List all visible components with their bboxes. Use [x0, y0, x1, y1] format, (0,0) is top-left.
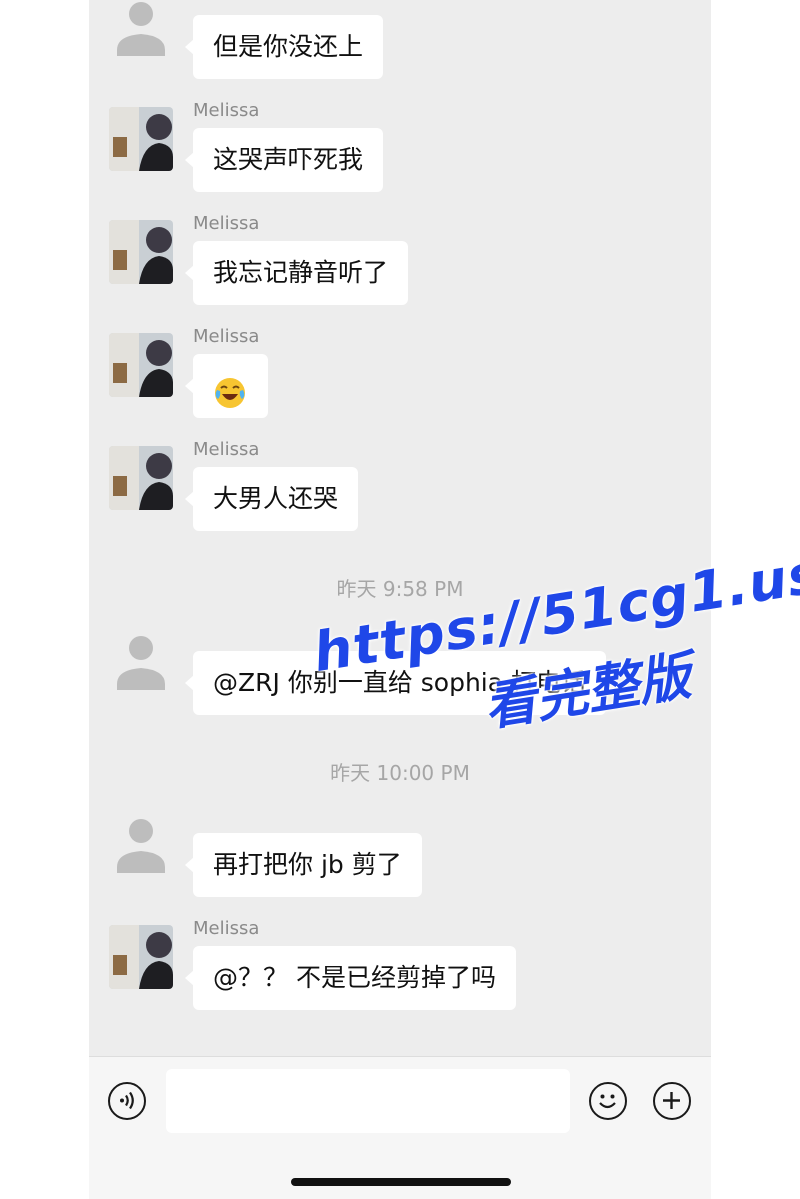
- message-bubble[interactable]: [185, 354, 268, 418]
- emoji-icon[interactable]: [589, 1082, 627, 1120]
- sender-name: Melissa: [193, 326, 260, 347]
- melissa-avatar[interactable]: [109, 446, 173, 510]
- message-input[interactable]: [166, 1069, 570, 1133]
- message-bubble[interactable]: @ZRJ 你别一直给 sophia 打电话: [184, 651, 607, 715]
- message-bubble[interactable]: @？？ 不是已经剪掉了吗: [185, 946, 516, 1010]
- voice-icon[interactable]: [108, 1082, 146, 1120]
- timestamp: 昨天 10:00 PM: [330, 761, 470, 785]
- default-avatar-icon[interactable]: [109, 0, 173, 64]
- sender-name: Melissa: [193, 918, 260, 939]
- chat-screen: 但是你没还上 Melissa 这哭声吓死我 Melissa 我忘记静音听了 Me…: [89, 0, 711, 1199]
- message-bubble[interactable]: 这哭声吓死我: [184, 128, 384, 192]
- message-bubble[interactable]: 再打把你 jb 剪了: [185, 833, 422, 897]
- melissa-avatar[interactable]: [109, 333, 173, 397]
- melissa-avatar[interactable]: [109, 107, 173, 171]
- melissa-avatar[interactable]: [109, 220, 173, 284]
- timestamp: 昨天 9:58 PM: [336, 577, 464, 601]
- home-indicator: [291, 1178, 511, 1186]
- input-bar: [89, 1056, 711, 1199]
- message-bubble[interactable]: 但是你没还上: [184, 15, 384, 79]
- sender-name: Melissa: [193, 213, 260, 234]
- message-bubble[interactable]: 大男人还哭: [184, 467, 359, 531]
- default-avatar-icon[interactable]: [109, 634, 173, 698]
- sender-name: Melissa: [193, 100, 260, 121]
- message-bubble[interactable]: 我忘记静音听了: [184, 241, 409, 305]
- plus-icon[interactable]: [653, 1082, 691, 1120]
- face-with-tears-of-joy-icon: [213, 370, 247, 408]
- default-avatar-icon[interactable]: [109, 817, 173, 881]
- melissa-avatar[interactable]: [109, 925, 173, 989]
- sender-name: Melissa: [193, 439, 260, 460]
